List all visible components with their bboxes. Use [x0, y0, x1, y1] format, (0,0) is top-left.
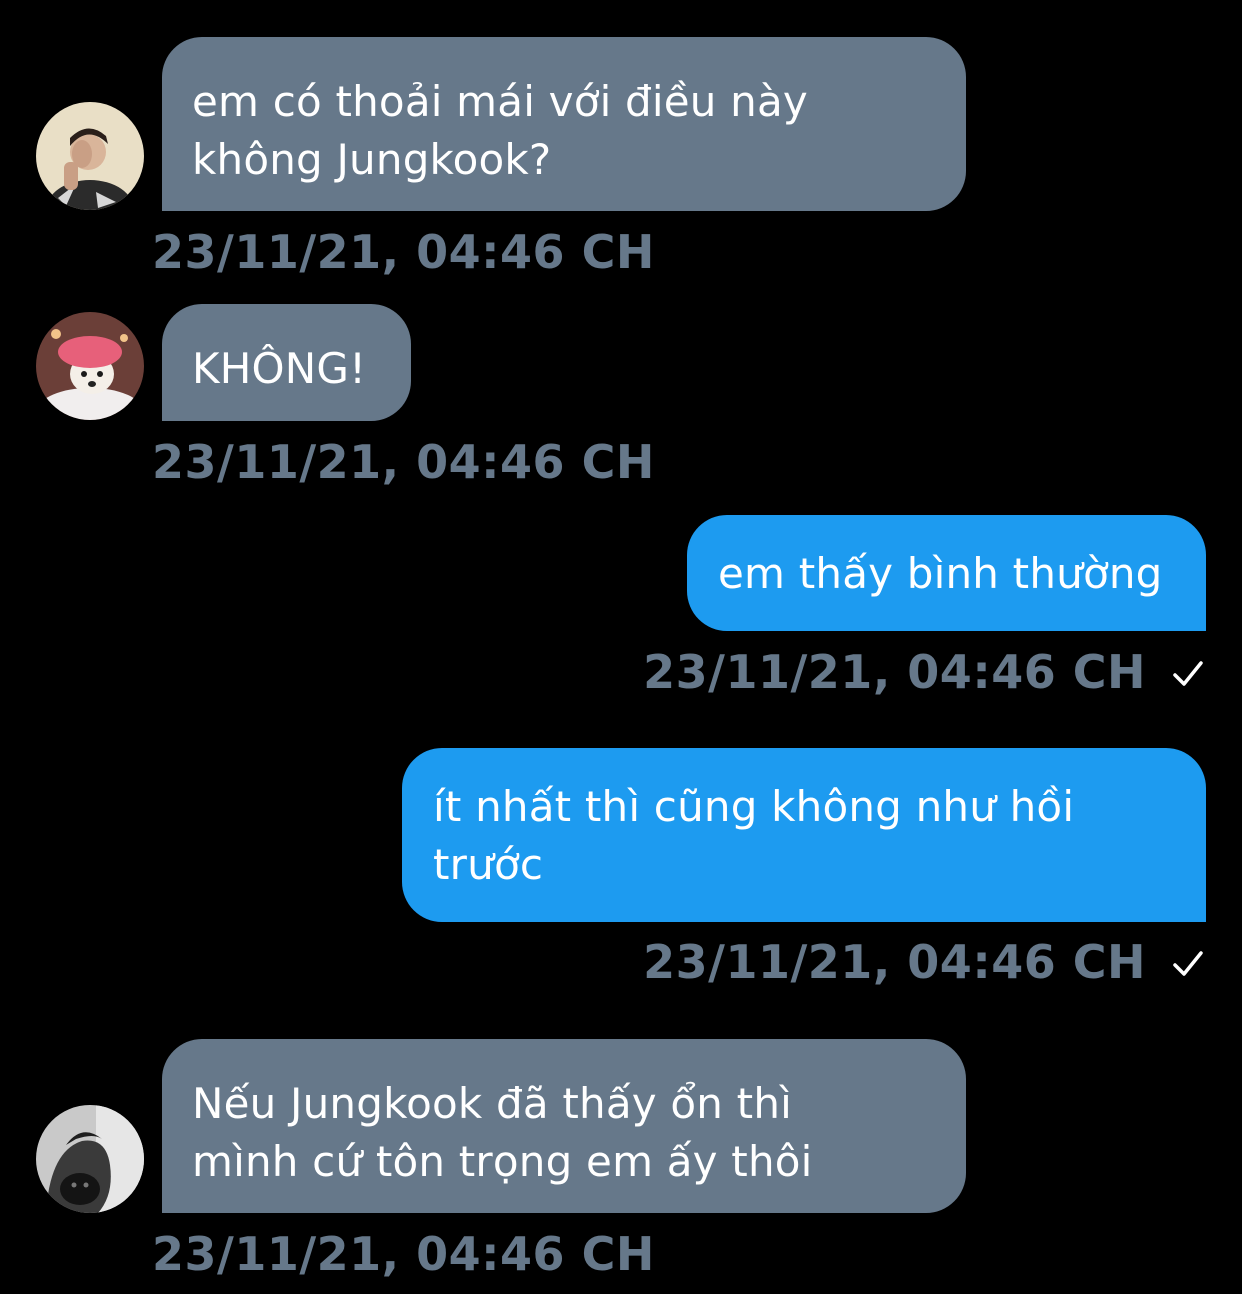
outgoing-message-bubble[interactable]: ít nhất thì cũng không như hồi trước	[402, 748, 1206, 922]
message-timestamp: 23/11/21, 04:46 CH	[152, 225, 655, 279]
person-holding-pet-avatar[interactable]	[36, 1105, 144, 1213]
incoming-message-bubble[interactable]: em có thoải mái với điều này không Jungk…	[162, 37, 966, 211]
dog-with-pink-shower-cap-avatar[interactable]	[36, 312, 144, 420]
check-icon	[1170, 946, 1206, 982]
message-timestamp: 23/11/21, 04:46 CH	[152, 1227, 655, 1281]
message-timestamp: 23/11/21, 04:46 CH	[152, 435, 655, 489]
person-covering-face-avatar[interactable]	[36, 102, 144, 210]
check-icon	[1170, 656, 1206, 692]
outgoing-message-bubble[interactable]: em thấy bình thường	[687, 515, 1206, 631]
message-timestamp: 23/11/21, 04:46 CH	[643, 935, 1146, 989]
message-timestamp: 23/11/21, 04:46 CH	[643, 645, 1146, 699]
incoming-message-bubble[interactable]: Nếu Jungkook đã thấy ổn thì mình cứ tôn …	[162, 1039, 966, 1213]
incoming-message-bubble[interactable]: KHÔNG!	[162, 304, 411, 421]
